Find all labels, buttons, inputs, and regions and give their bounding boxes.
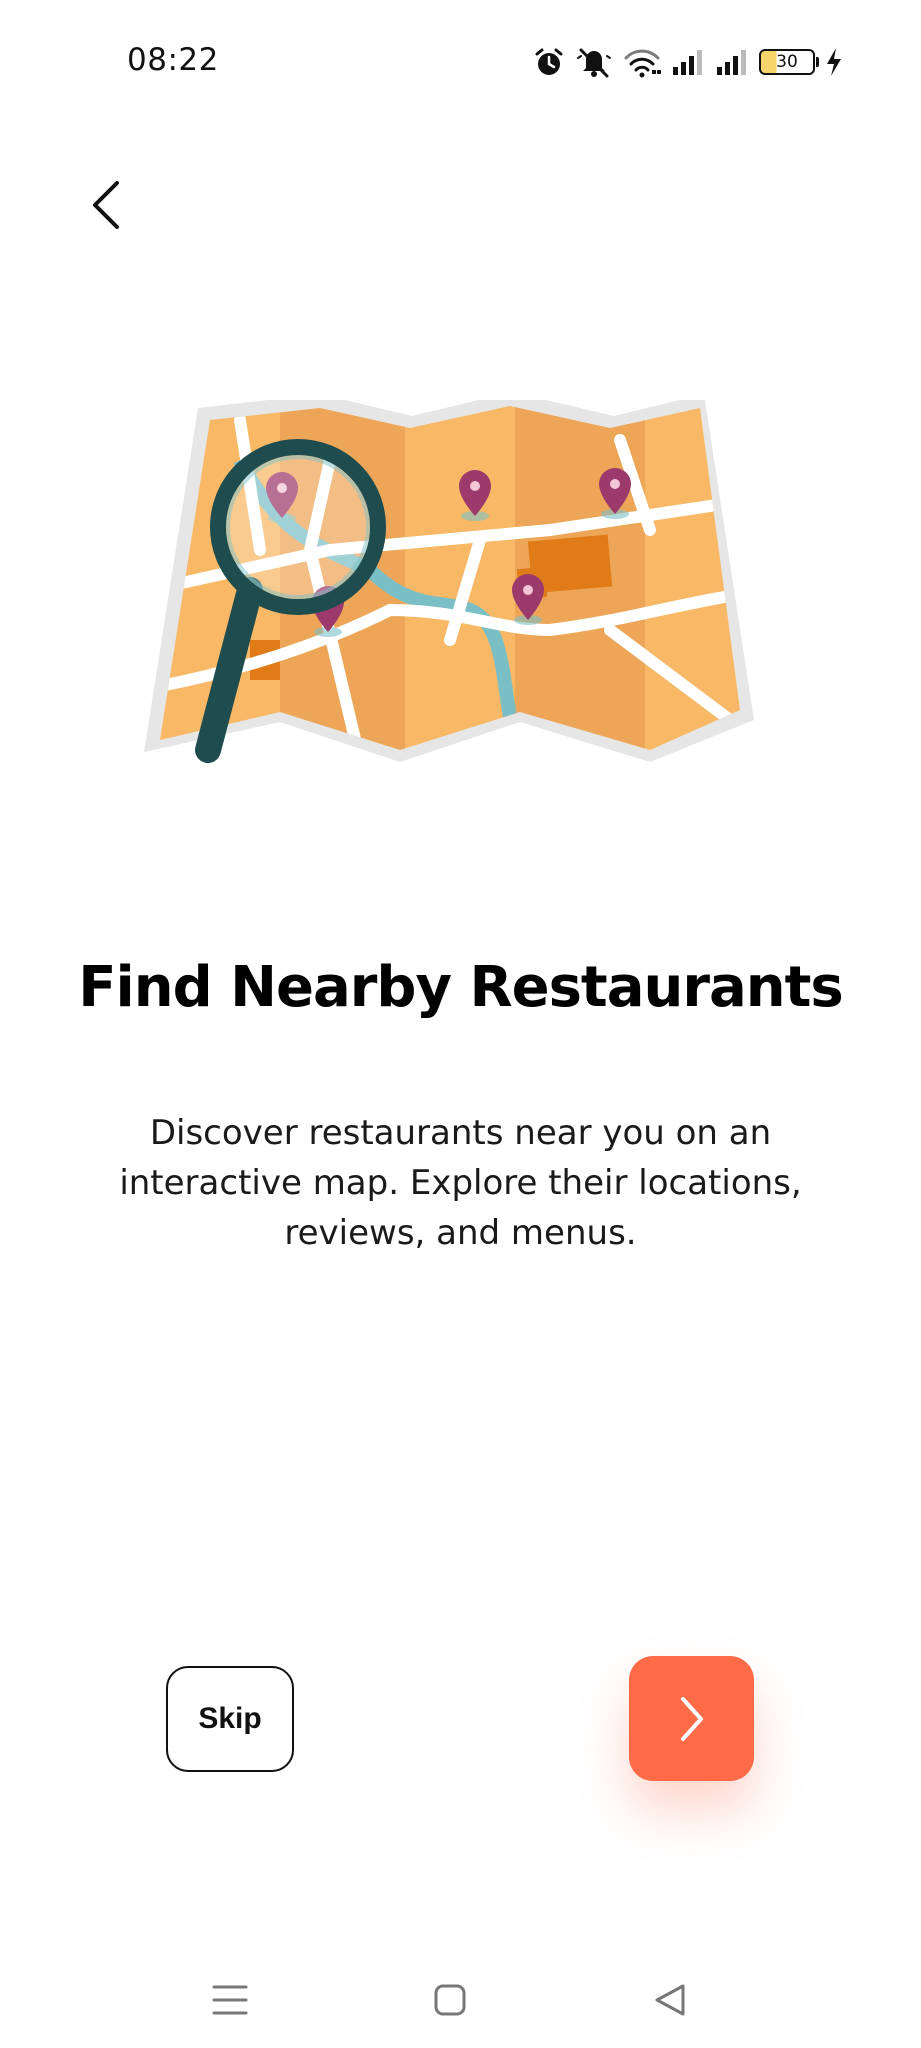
onboarding-title: Find Nearby Restaurants xyxy=(78,955,843,1020)
status-bar: 08:22 30 xyxy=(0,0,921,120)
skip-button[interactable]: Skip xyxy=(166,1666,294,1772)
nav-back-button[interactable] xyxy=(640,1970,700,2030)
nav-menu-button[interactable] xyxy=(200,1970,260,2030)
home-icon xyxy=(434,1984,466,2016)
signal-icon xyxy=(673,50,702,75)
map-pin xyxy=(459,470,491,521)
onboarding-description: Discover restaurants near you on an inte… xyxy=(119,1113,802,1253)
back-button[interactable] xyxy=(76,170,136,240)
charging-icon xyxy=(827,48,841,76)
status-time: 08:22 xyxy=(127,42,219,78)
nav-home-button[interactable] xyxy=(420,1970,480,2030)
battery-level: 30 xyxy=(776,51,798,72)
alarm-icon xyxy=(535,48,563,75)
system-nav-bar xyxy=(0,1960,921,2048)
map-pin xyxy=(599,468,631,519)
back-triangle-icon xyxy=(655,1984,685,2016)
wifi-icon xyxy=(624,49,661,78)
status-icons: 30 xyxy=(533,40,843,84)
chevron-right-icon xyxy=(680,1696,703,1741)
chevron-left-icon xyxy=(93,181,119,229)
menu-icon xyxy=(212,1985,248,2015)
battery-icon: 30 xyxy=(759,49,819,75)
map-with-magnifier-illustration xyxy=(144,400,754,763)
mute-icon xyxy=(577,48,611,78)
map-pin xyxy=(512,574,544,625)
signal-icon xyxy=(717,50,746,75)
next-button[interactable] xyxy=(629,1656,754,1781)
